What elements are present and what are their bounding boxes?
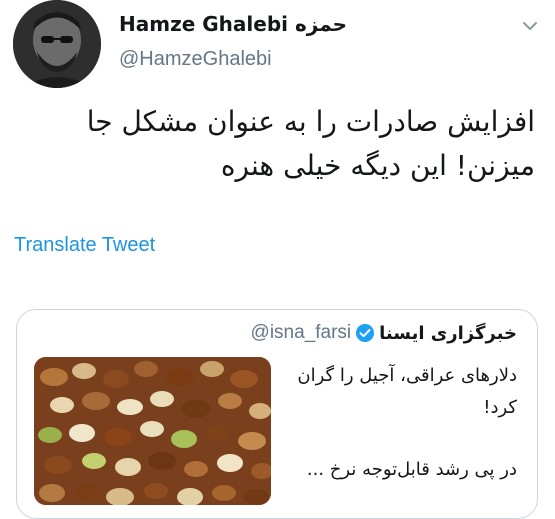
tweet-text-line: افزایش صادرات را به عنوان مشکل جا	[86, 105, 535, 138]
quoted-text-tail: در پی رشد قابل‌توجه نرخ ...	[306, 459, 517, 480]
quoted-tweet-thumbnail[interactable]	[34, 357, 271, 505]
avatar[interactable]	[13, 0, 101, 88]
chevron-down-icon[interactable]	[520, 16, 540, 36]
tweet-text-line: میزنن! این دیگه خیلی هنره	[220, 149, 535, 182]
author-handle[interactable]: @HamzeGhalebi	[119, 48, 272, 71]
quoted-tweet-header: خبرگزاری ایسنا @isna_farsi	[251, 322, 517, 344]
quoted-text-line: کرد!	[483, 397, 517, 418]
author-display-name[interactable]: Hamze Ghalebi حمزه	[119, 12, 347, 36]
quoted-author-name[interactable]: خبرگزاری ایسنا	[379, 323, 517, 344]
quoted-text-line: دلارهای عراقی، آجیل را گران	[297, 365, 517, 386]
nuts-image	[34, 357, 271, 505]
tweet-text: افزایش صادرات را به عنوان مشکل جا میزنن!…	[15, 100, 535, 188]
quoted-tweet-text: دلارهای عراقی، آجیل را گران کرد! در پی ر…	[282, 360, 517, 486]
translate-tweet-link[interactable]: Translate Tweet	[14, 234, 155, 257]
verified-badge-icon	[356, 324, 375, 342]
quoted-tweet-card[interactable]: خبرگزاری ایسنا @isna_farsi دلارهای عراقی…	[16, 309, 538, 519]
quoted-author-handle[interactable]: @isna_farsi	[251, 322, 352, 344]
avatar-image	[13, 0, 101, 88]
